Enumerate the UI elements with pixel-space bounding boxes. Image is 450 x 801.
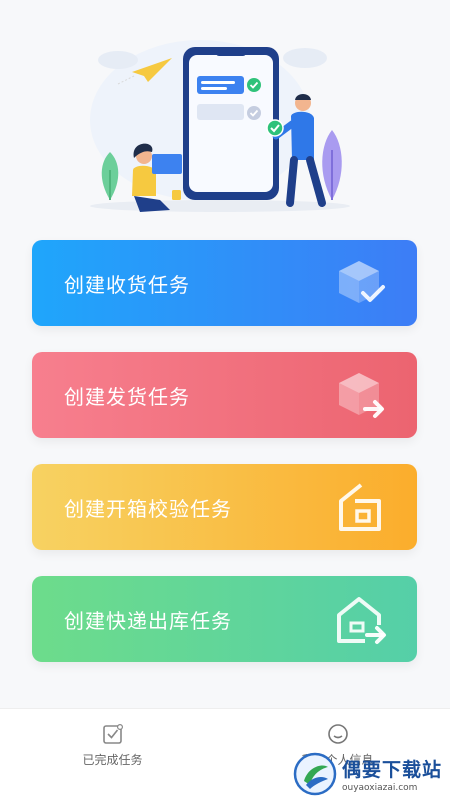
- create-ship-task-button[interactable]: 创建发货任务: [32, 352, 417, 438]
- watermark-title: 偶要下载站: [342, 759, 443, 781]
- ground-shadow: [90, 200, 350, 212]
- box-arrow-icon: [339, 373, 384, 418]
- profile-icon: [327, 724, 348, 744]
- create-inspect-task-label: 创建开箱校验任务: [64, 496, 232, 521]
- site-watermark: 偶要下载站 ouyaoxiazai.com: [292, 748, 450, 800]
- cloud-right: [283, 48, 327, 68]
- check-icon: [266, 119, 284, 137]
- create-ship-task-label: 创建发货任务: [64, 384, 190, 409]
- task-done-icon: [102, 723, 123, 744]
- warehouse-exit-icon: [337, 597, 386, 644]
- tab-completed-tasks[interactable]: 已完成任务: [0, 709, 225, 801]
- phone-screen: [189, 55, 273, 192]
- create-inspect-task-button[interactable]: 创建开箱校验任务: [32, 464, 417, 550]
- create-express-task-button[interactable]: 创建快递出库任务: [32, 576, 417, 662]
- box-check-icon: [339, 261, 385, 303]
- cloud-left: [98, 51, 138, 69]
- tab-completed-label: 已完成任务: [82, 753, 143, 767]
- watermark-url: ouyaoxiazai.com: [342, 783, 418, 793]
- pending-icon: [247, 106, 261, 120]
- woman-laptop: [152, 154, 182, 174]
- hero-illustration: [90, 40, 350, 212]
- create-express-task-label: 创建快递出库任务: [64, 608, 232, 633]
- watermark-logo-icon: [293, 752, 337, 796]
- screen-item-2: [197, 104, 244, 120]
- man-body: [291, 111, 314, 160]
- man-legs: [286, 156, 326, 207]
- coffee-cup-icon: [172, 190, 181, 200]
- open-box-icon: [339, 483, 381, 531]
- create-receive-task-label: 创建收货任务: [64, 272, 190, 297]
- screen-item-1: [197, 76, 244, 94]
- check-icon: [247, 78, 261, 92]
- create-receive-task-button[interactable]: 创建收货任务: [32, 240, 417, 326]
